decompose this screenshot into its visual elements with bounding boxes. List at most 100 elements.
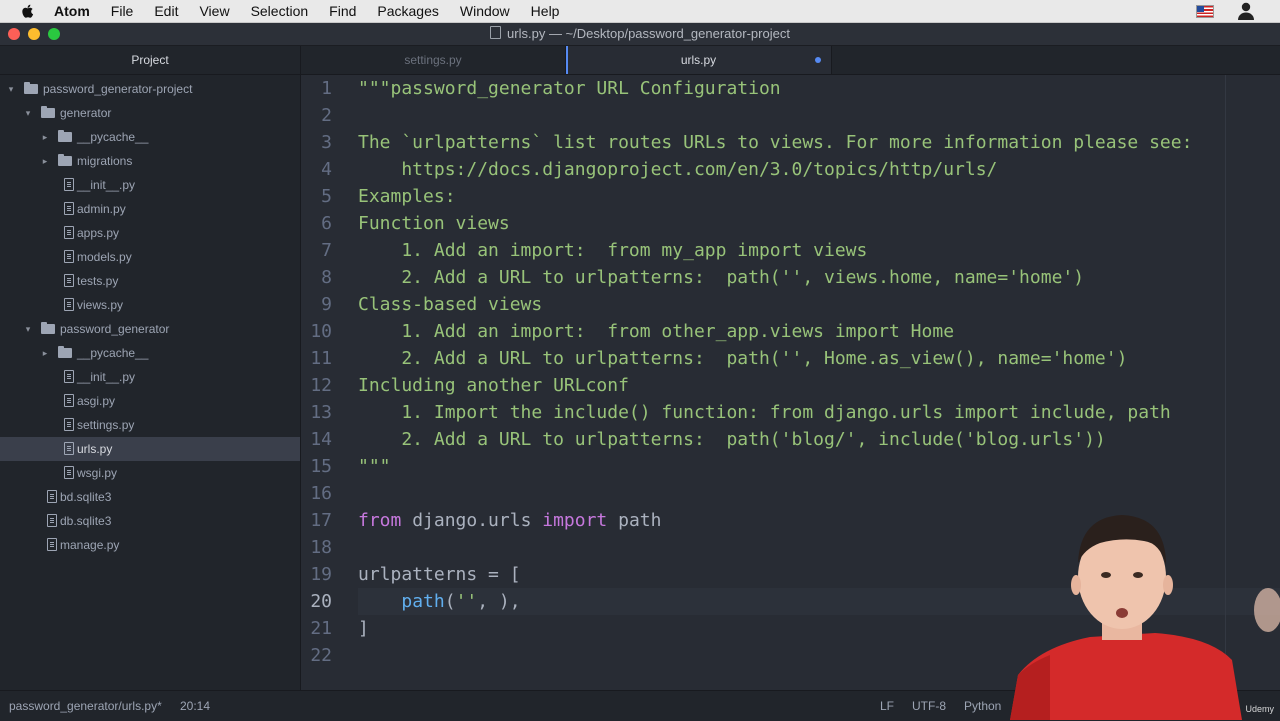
- tree-folder[interactable]: ▾ password_generator-project: [0, 77, 300, 101]
- file-icon: [47, 538, 57, 551]
- tree-folder[interactable]: ▸ migrations: [0, 149, 300, 173]
- file-icon: [64, 226, 74, 239]
- line-number: 1: [321, 78, 332, 99]
- tree-file[interactable]: models.py: [0, 245, 300, 269]
- zoom-window-button[interactable]: [48, 28, 60, 40]
- tree-file[interactable]: asgi.py: [0, 389, 300, 413]
- modified-indicator-icon[interactable]: [815, 57, 821, 63]
- document-icon: [490, 26, 502, 39]
- code-token: """password_generator URL Configuration: [358, 78, 781, 99]
- file-icon: [64, 298, 74, 311]
- code-token: 2. Add a URL to urlpatterns: path('', vi…: [358, 267, 1085, 288]
- udemy-watermark: Udemy: [1245, 704, 1274, 714]
- tree-file[interactable]: urls.py: [0, 437, 300, 461]
- code-line[interactable]: urlpatterns = [: [358, 561, 521, 588]
- user-icon[interactable]: [1236, 1, 1256, 21]
- apple-icon[interactable]: [20, 3, 36, 19]
- menu-file[interactable]: File: [111, 3, 134, 19]
- chevron-right-icon[interactable]: ▸: [39, 125, 51, 149]
- tree-file[interactable]: views.py: [0, 293, 300, 317]
- tree-item-label: migrations: [77, 154, 133, 168]
- code-line[interactable]: Class-based views: [358, 291, 542, 318]
- code-token: """: [358, 456, 391, 477]
- menu-help[interactable]: Help: [531, 3, 560, 19]
- code-line[interactable]: Including another URLconf: [358, 372, 629, 399]
- code-line[interactable]: """password_generator URL Configuration: [358, 75, 781, 102]
- tree-item-label: bd.sqlite3: [60, 490, 112, 504]
- tree-file[interactable]: wsgi.py: [0, 461, 300, 485]
- menu-selection[interactable]: Selection: [251, 3, 309, 19]
- tree-file[interactable]: __init__.py: [0, 365, 300, 389]
- code-line[interactable]: ]: [358, 615, 369, 642]
- menu-find[interactable]: Find: [329, 3, 356, 19]
- line-ending-status[interactable]: LF: [880, 691, 894, 721]
- grammar-status[interactable]: Python: [964, 691, 1001, 721]
- tree-folder[interactable]: ▸ __pycache__: [0, 125, 300, 149]
- chevron-down-icon[interactable]: ▾: [22, 317, 34, 341]
- code-line[interactable]: Function views: [358, 210, 510, 237]
- folder-icon: [41, 106, 55, 118]
- code-line[interactable]: path('', ),: [358, 588, 520, 615]
- tree-item-label: asgi.py: [77, 394, 116, 408]
- encoding-status[interactable]: UTF-8: [912, 691, 946, 721]
- code-line[interactable]: 2. Add a URL to urlpatterns: path('', vi…: [358, 264, 1084, 291]
- tree-folder[interactable]: ▸ __pycache__: [0, 341, 300, 365]
- code-line[interactable]: 2. Add a URL to urlpatterns: path('blog/…: [358, 426, 1105, 453]
- flag-icon[interactable]: [1196, 4, 1214, 18]
- code-line[interactable]: 1. Import the include() function: from d…: [358, 399, 1170, 426]
- cursor-position-status[interactable]: 20:14: [180, 691, 210, 721]
- tree-folder[interactable]: ▾ password_generator: [0, 317, 300, 341]
- tree-item-label: urls.py: [77, 442, 113, 456]
- tree-item-label: password_generator: [60, 322, 170, 336]
- tree-file[interactable]: __init__.py: [0, 173, 300, 197]
- tab-settings-py[interactable]: settings.py: [301, 46, 565, 74]
- minimize-window-button[interactable]: [28, 28, 40, 40]
- line-number: 6: [321, 213, 332, 234]
- tree-file[interactable]: settings.py: [0, 413, 300, 437]
- code-token: '': [455, 591, 478, 612]
- tab-urls-py[interactable]: urls.py: [565, 46, 832, 74]
- file-icon: [64, 418, 74, 431]
- menu-atom[interactable]: Atom: [54, 3, 90, 19]
- menu-view[interactable]: View: [199, 3, 229, 19]
- chevron-right-icon[interactable]: ▸: [39, 341, 51, 365]
- tree-file[interactable]: apps.py: [0, 221, 300, 245]
- chevron-down-icon[interactable]: ▾: [5, 77, 17, 101]
- line-number: 10: [310, 321, 332, 342]
- file-icon: [64, 274, 74, 287]
- code-line[interactable]: Examples:: [358, 183, 456, 210]
- tree-file[interactable]: bd.sqlite3: [0, 485, 300, 509]
- code-line[interactable]: https://docs.djangoproject.com/en/3.0/to…: [358, 156, 997, 183]
- code-line[interactable]: The `urlpatterns` list routes URLs to vi…: [358, 129, 1192, 156]
- line-number: 15: [310, 456, 332, 477]
- code-token: Examples:: [358, 186, 456, 207]
- code-line[interactable]: 1. Add an import: from other_app.views i…: [358, 318, 954, 345]
- close-window-button[interactable]: [8, 28, 20, 40]
- chevron-down-icon[interactable]: ▾: [22, 101, 34, 125]
- menu-window[interactable]: Window: [460, 3, 510, 19]
- code-line[interactable]: 1. Add an import: from my_app import vie…: [358, 237, 867, 264]
- file-icon: [64, 250, 74, 263]
- line-number: 2: [321, 105, 332, 126]
- tree-file[interactable]: db.sqlite3: [0, 509, 300, 533]
- menu-edit[interactable]: Edit: [154, 3, 178, 19]
- chevron-right-icon[interactable]: ▸: [39, 149, 51, 173]
- window-title-bar: urls.py — ~/Desktop/password_generator-p…: [0, 23, 1280, 46]
- line-number: 22: [310, 645, 332, 666]
- tree-file[interactable]: tests.py: [0, 269, 300, 293]
- code-line[interactable]: """: [358, 453, 391, 480]
- tree-file[interactable]: manage.py: [0, 533, 300, 557]
- code-line[interactable]: from django.urls import path: [358, 507, 661, 534]
- menu-packages[interactable]: Packages: [377, 3, 438, 19]
- folder-icon: [41, 322, 55, 334]
- tree-folder[interactable]: ▾ generator: [0, 101, 300, 125]
- code-token: 1. Add an import: from other_app.views i…: [358, 321, 955, 342]
- tree-item-label: views.py: [77, 298, 124, 312]
- tree-file[interactable]: admin.py: [0, 197, 300, 221]
- code-token: The `urlpatterns` list routes URLs to vi…: [358, 132, 1193, 153]
- file-path-status[interactable]: password_generator/urls.py*: [9, 691, 162, 721]
- code-line[interactable]: 2. Add a URL to urlpatterns: path('', Ho…: [358, 345, 1127, 372]
- code-token: path: [401, 591, 445, 612]
- line-number: 9: [321, 294, 332, 315]
- code-token: (: [444, 591, 456, 612]
